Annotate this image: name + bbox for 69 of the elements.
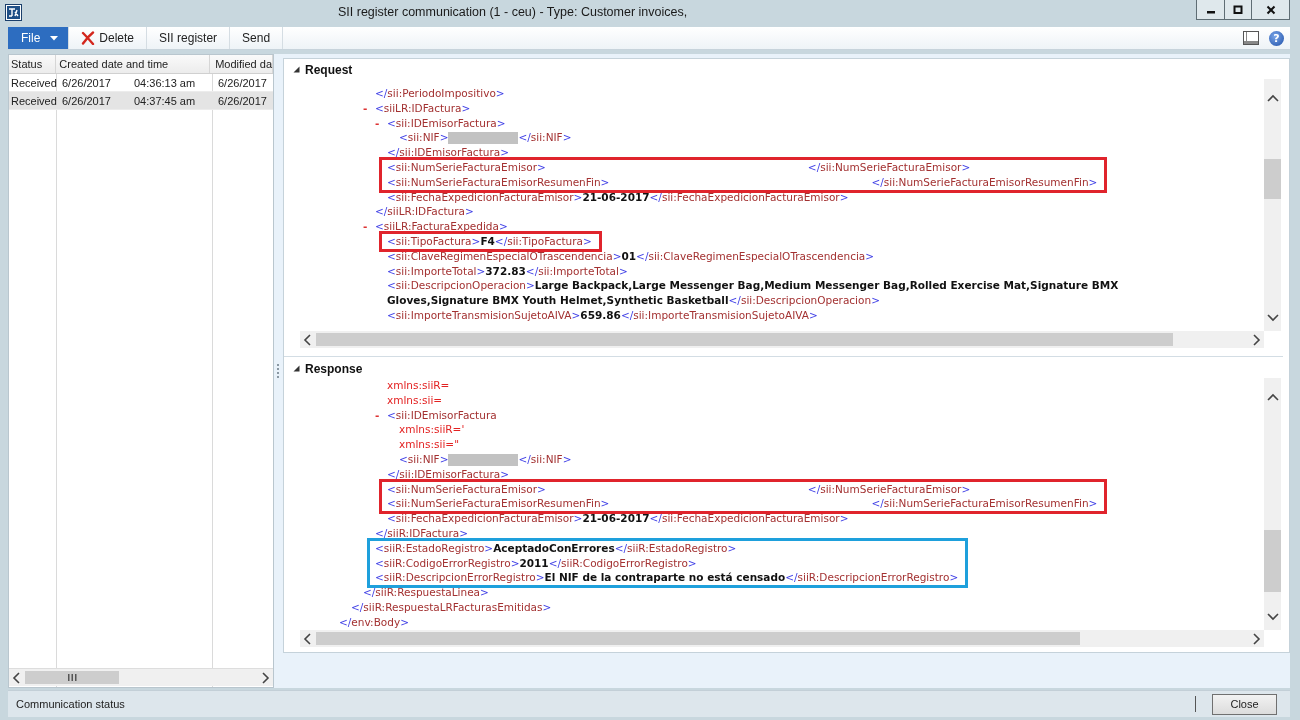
table-row[interactable]: Received 6/26/2017 04:37:45 am 6/26/2017: [9, 92, 273, 110]
caret-icon: [50, 35, 59, 41]
xml-line: </env:Body>: [339, 614, 409, 630]
xml-line: <siiR:CodigoErrorRegistro>2011</siiR:CodigoErrorRegistro>: [375, 555, 697, 571]
app-icon: [5, 4, 22, 21]
xml-line: xmlns:sii=: [387, 392, 443, 408]
collapse-toggle[interactable]: -: [363, 100, 375, 116]
xml-line: <sii:FechaExpedicionFacturaEmisor>21-06-2017</sii:FechaExpedicionFacturaEmisor>: [387, 189, 849, 205]
xml-line: <sii:FechaExpedicionFacturaEmisor>21-06-2017</sii:FechaExpedicionFacturaEmisor>: [387, 511, 849, 526]
expanded-icon[interactable]: [293, 365, 300, 372]
toolbar-button[interactable]: SII register: [147, 27, 231, 49]
xml-line: xmlns:siiR=': [399, 422, 465, 438]
xml-line: </sii:IDEmisorFactura>: [387, 466, 509, 482]
xml-line: <sii:NumSerieFacturaEmisor> </sii:NumSerieFacturaEmisor>: [387, 481, 971, 497]
table-cell: 6/26/2017: [57, 92, 134, 110]
xml-line: <siiR:EstadoRegistro>AceptadoConErrores</siiR:EstadoRegistro>: [375, 540, 737, 556]
status-text: Communication status: [16, 698, 125, 710]
xml-line: <sii:IDEmisorFactura: [387, 407, 497, 423]
section-title: Request: [305, 62, 353, 77]
xml-line: </siiR:IDFactura>: [375, 525, 468, 541]
xml-line: xmlns:sii=": [399, 437, 459, 452]
column-header[interactable]: Modified da: [210, 55, 273, 73]
xml-line: <sii:ImporteTransmisionSujetoAIVA>659.86</sii:ImporteTransmisionSujetoAIVA>: [387, 307, 818, 323]
xml-line: <sii:DescripcionOperacion>Large Backpack,Large Messenger Bag,Medium Messenger Bag,Rolled Exercise Mat,Signature BMX Gloves,Signature BMX Youth Helmet,Synthetic Basketball</sii:DescripcionOperacion>: [387, 278, 1120, 308]
window-title: SII register communication (1 - ceu) - Type: Customer invoices,: [338, 5, 688, 19]
scrollbar-thumb[interactable]: [316, 333, 1174, 346]
resize-handle[interactable]: [277, 364, 280, 378]
collapse-toggle[interactable]: -: [363, 219, 375, 234]
xml-line: </siiR:RespuestaLinea>: [363, 585, 489, 600]
xml-line: <sii:ClaveRegimenEspecialOTrascendencia>01</sii:ClaveRegimenEspecialOTrascendencia>: [387, 248, 875, 264]
xml-line: </siiLR:IDFactura>: [375, 204, 474, 220]
table-cell: 6/26/2017: [213, 92, 273, 110]
xml-line: <sii:NIF> </sii:NIF>: [399, 130, 572, 146]
scrollbar-thumb[interactable]: [1264, 159, 1281, 199]
panel-icon[interactable]: [1243, 31, 1259, 45]
xml-line: <siiLR:FacturaExpedida>: [375, 219, 508, 234]
collapse-toggle[interactable]: -: [375, 407, 387, 423]
xml-line: </sii:IDEmisorFactura>: [387, 145, 509, 160]
xml-line: <sii:NumSerieFacturaEmisorResumenFin> </sii:NumSerieFacturaEmisorResumenFin>: [387, 496, 1098, 512]
xml-line: <sii:NumSerieFacturaEmisorResumenFin> </sii:NumSerieFacturaEmisorResumenFin>: [387, 174, 1098, 190]
scrollbar-thumb[interactable]: [25, 671, 119, 684]
column-header[interactable]: Created date and time: [56, 55, 211, 73]
xml-line: xmlns:siiR=: [387, 378, 450, 393]
xml-line: <siiR:DescripcionErrorRegistro>El NIF de la contraparte no está censado</siiR:DescripcionErrorRegistro>: [375, 570, 959, 586]
grip-icon: [67, 674, 77, 681]
maximize-icon: [1233, 4, 1243, 15]
close-icon: [1265, 4, 1276, 15]
minimize-icon: [1206, 11, 1215, 14]
xml-line: <sii:NIF> </sii:NIF>: [399, 452, 572, 467]
xml-line: <sii:ImporteTotal>372.83</sii:ImporteTotal>: [387, 263, 628, 279]
table-cell: 04:37:45 am: [134, 92, 213, 110]
xml-line: </sii:PeriodoImpositivo>: [375, 86, 505, 101]
column-header[interactable]: Status: [9, 55, 57, 73]
section-title: Response: [305, 361, 363, 376]
file-menu-button[interactable]: File: [8, 27, 70, 49]
delete-button[interactable]: Delete: [69, 27, 148, 49]
close-button[interactable]: Close: [1212, 693, 1277, 715]
scrollbar-thumb[interactable]: [316, 632, 1081, 645]
toolbar-button[interactable]: Send: [230, 27, 284, 49]
xml-line: </siiR:RespuestaLRFacturasEmitidas>: [351, 599, 552, 615]
table-cell: Received: [9, 92, 57, 110]
xml-line: <siiLR:IDFactura>: [375, 100, 471, 116]
xml-line: <sii:NumSerieFacturaEmisor> </sii:NumSerieFacturaEmisor>: [387, 160, 971, 175]
expanded-icon[interactable]: [293, 66, 300, 73]
scrollbar-thumb[interactable]: [1264, 530, 1281, 592]
collapse-toggle[interactable]: -: [375, 115, 387, 131]
delete-icon: [81, 31, 96, 45]
xml-line: <sii:IDEmisorFactura>: [387, 115, 506, 131]
xml-line: <sii:TipoFactura>F4</sii:TipoFactura>: [387, 233, 592, 249]
